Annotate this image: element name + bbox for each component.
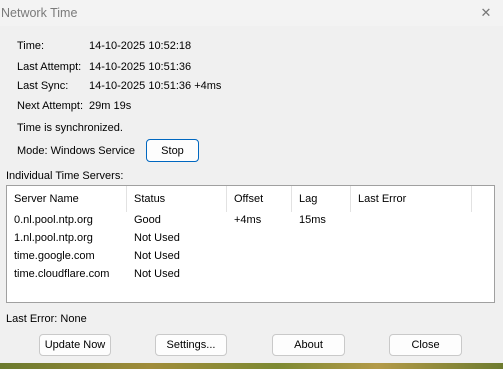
server-name-cell: time.cloudflare.com bbox=[14, 268, 110, 280]
mode-text: Mode: Windows Service bbox=[17, 145, 135, 157]
servers-section-label: Individual Time Servers: bbox=[6, 170, 124, 182]
server-status-cell: Not Used bbox=[134, 232, 180, 244]
time-label: Time: bbox=[17, 40, 45, 52]
about-button[interactable]: About bbox=[272, 334, 345, 356]
servers-table[interactable]: Server Name Status Offset Lag Last Error… bbox=[6, 185, 495, 303]
last-sync-label: Last Sync: bbox=[17, 80, 69, 92]
close-button[interactable]: Close bbox=[389, 334, 462, 356]
close-icon[interactable]: ✕ bbox=[475, 3, 497, 23]
table-row[interactable]: 1.nl.pool.ntp.org Not Used bbox=[7, 229, 494, 247]
last-sync-value: 14-10-2025 10:51:36 +4ms bbox=[89, 80, 222, 92]
table-row[interactable]: 0.nl.pool.ntp.org Good +4ms 15ms bbox=[7, 211, 494, 229]
server-name-cell: 0.nl.pool.ntp.org bbox=[14, 214, 93, 226]
update-now-button[interactable]: Update Now bbox=[39, 334, 111, 356]
table-header: Server Name Status Offset Lag Last Error bbox=[7, 186, 494, 212]
settings-button[interactable]: Settings... bbox=[155, 334, 227, 356]
column-header-lag[interactable]: Lag bbox=[292, 186, 351, 212]
last-attempt-label: Last Attempt: bbox=[17, 61, 82, 73]
server-status-cell: Not Used bbox=[134, 250, 180, 262]
column-header-last-error[interactable]: Last Error bbox=[351, 186, 472, 212]
sync-status-text: Time is synchronized. bbox=[17, 122, 123, 134]
table-row[interactable]: time.google.com Not Used bbox=[7, 247, 494, 265]
column-header-status[interactable]: Status bbox=[127, 186, 227, 212]
stop-button[interactable]: Stop bbox=[146, 139, 199, 162]
server-name-cell: 1.nl.pool.ntp.org bbox=[14, 232, 93, 244]
last-error-text: Last Error: None bbox=[6, 313, 87, 325]
last-attempt-value: 14-10-2025 10:51:36 bbox=[89, 61, 192, 73]
server-offset-cell: +4ms bbox=[234, 214, 262, 226]
server-name-cell: time.google.com bbox=[14, 250, 95, 262]
server-lag-cell: 15ms bbox=[299, 214, 326, 226]
next-attempt-label: Next Attempt: bbox=[17, 100, 84, 112]
title-bar[interactable]: Network Time ✕ bbox=[0, 0, 503, 26]
time-value: 14-10-2025 10:52:18 bbox=[89, 40, 192, 52]
table-row[interactable]: time.cloudflare.com Not Used bbox=[7, 265, 494, 283]
column-header-server-name[interactable]: Server Name bbox=[7, 186, 127, 212]
server-status-cell: Good bbox=[134, 214, 161, 226]
network-time-window: Network Time ✕ Time: 14-10-2025 10:52:18… bbox=[0, 0, 503, 363]
window-title: Network Time bbox=[1, 6, 78, 20]
desktop-wallpaper-strip bbox=[0, 363, 503, 369]
column-header-offset[interactable]: Offset bbox=[227, 186, 292, 212]
server-status-cell: Not Used bbox=[134, 268, 180, 280]
next-attempt-value: 29m 19s bbox=[89, 100, 132, 112]
